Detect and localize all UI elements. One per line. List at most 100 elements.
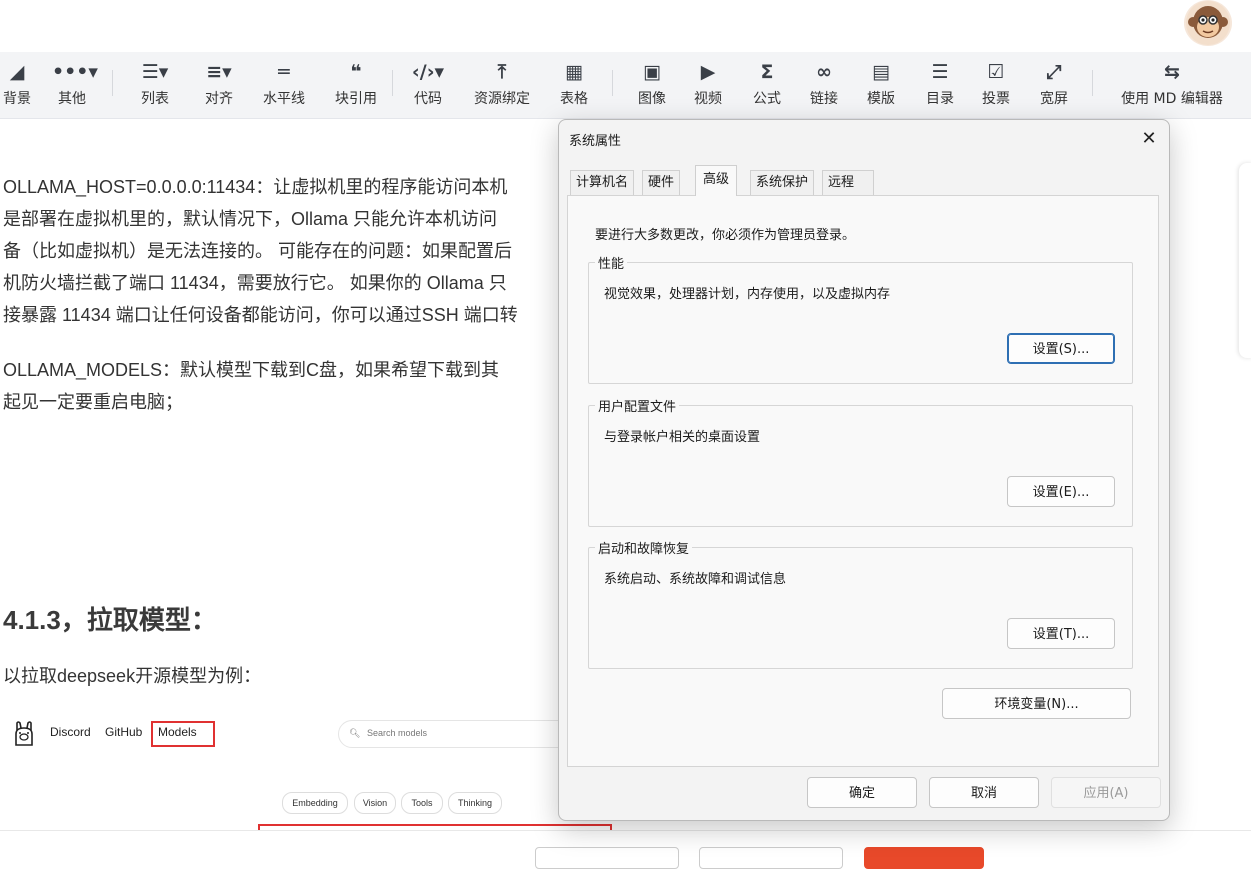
toolbar-button-sigma[interactable]: Σ 公式 [749,60,785,108]
group-title: 性能 [595,253,628,272]
toolbar-label: 投票 [982,91,1010,107]
group-title: 启动和故障恢复 [595,538,693,557]
advanced-tab-panel: 要进行大多数更改，你必须作为管理员登录。 性能 视觉效果，处理器计划，内存使用，… [567,195,1159,767]
section-heading: 4.1.3，拉取模型： [3,605,217,635]
toolbar-button-link[interactable]: ∞ 链接 [806,60,842,108]
bottom-button[interactable] [699,847,843,869]
system-properties-dialog: 系统属性 ✕ 计算机名 硬件 高级 系统保护 远程 要进行大多数更改，你必须作为… [558,119,1170,821]
ollama-search-placeholder: Search models [367,728,428,738]
tab-remote[interactable]: 远程 [822,170,874,195]
toolbar-button-table[interactable]: ▦ 表格 [556,60,592,108]
toolbar-button-code[interactable]: ‹/›▾ 代码 [409,60,447,108]
paragraph-line: 起见一定要重启电脑； [3,392,183,412]
table-icon: ▦ [565,61,583,83]
toolbar-separator [392,70,393,96]
toolbar-label: 图像 [638,91,666,107]
paragraph-line: OLLAMA_HOST=0.0.0.0:11434：让虚拟机里的程序能访问本机 [3,177,508,197]
group-title: 用户配置文件 [595,396,680,415]
toolbar-label: 背景 [3,91,31,107]
toolbar-label: 对齐 [205,91,233,107]
link-icon: ∞ [816,61,832,83]
image-icon: ▣ [643,61,661,83]
ollama-logo-icon [15,721,33,746]
toolbar-button-toc[interactable]: ☰ 目录 [922,60,958,108]
group-description: 视觉效果，处理器计划，内存使用，以及虚拟内存 [604,287,891,302]
section-subtext: 以拉取deepseek开源模型为例： [3,666,262,686]
toolbar-label: 公式 [753,91,781,107]
paragraph-line: 机防火墙拦截了端口 11434，需要放行它。 如果你的 Ollama 只 [3,273,507,293]
switch-editor-icon: ⇆ [1164,61,1180,83]
horizontal-rule-icon: ═ [278,61,290,83]
toolbar-button-video[interactable]: ▶ 视频 [690,60,726,108]
side-panel-handle[interactable] [1239,163,1251,358]
toolbar-label: 块引用 [335,91,377,107]
startup-recovery-settings-button[interactable]: 设置(T)... [1007,618,1115,649]
toolbar-button-template[interactable]: ▤ 模版 [863,60,899,108]
toolbar-label: 视频 [694,91,722,107]
toolbar-button-vote[interactable]: ☑ 投票 [978,60,1014,108]
ok-button[interactable]: 确定 [807,777,917,808]
search-icon: 🔍︎ [349,728,361,738]
ollama-nav-github: GitHub [105,725,143,739]
ollama-chip: Tools [401,792,443,814]
toolbar-separator [1092,70,1093,96]
user-avatar[interactable] [1184,0,1232,46]
apply-button[interactable]: 应用(A) [1051,777,1161,808]
toolbar-button-horizontal-rule[interactable]: ═ 水平线 [259,60,309,108]
bottom-button[interactable] [535,847,679,869]
startup-recovery-group: 启动和故障恢复 系统启动、系统故障和调试信息 设置(T)... [588,538,1133,669]
monkey-avatar-icon [1186,1,1230,45]
toolbar-separator [112,70,113,96]
user-profiles-group: 用户配置文件 与登录帐户相关的桌面设置 设置(E)... [588,396,1133,527]
toolbar-label: 使用 MD 编辑器 [1121,91,1223,107]
template-icon: ▤ [872,61,890,83]
toolbar-button-switch-editor[interactable]: ⇆ 使用 MD 编辑器 [1116,60,1228,108]
toolbar-label: 模版 [867,91,895,107]
group-description: 系统启动、系统故障和调试信息 [604,572,787,587]
toc-icon: ☰ [931,61,949,83]
tab-advanced[interactable]: 高级 [695,165,738,196]
performance-settings-button[interactable]: 设置(S)... [1007,333,1115,364]
list-icon: ☰▾ [141,61,169,83]
paragraph-line: 接暴露 11434 端口让任何设备都能访问，你可以通过SSH 端口转 [3,305,518,325]
quote-icon: ❝ [350,61,362,83]
tab-hardware[interactable]: 硬件 [642,170,681,195]
toolbar-label: 其他 [58,91,86,107]
toolbar-label: 表格 [560,91,588,107]
widescreen-icon: ⤢ [1046,61,1062,83]
vote-icon: ☑ [987,61,1005,83]
dialog-title: 系统属性 [569,134,622,149]
admin-note: 要进行大多数更改，你必须作为管理员登录。 [595,228,856,243]
toolbar-button-list[interactable]: ☰▾ 列表 [134,60,176,108]
toolbar-label: 链接 [810,91,838,107]
more-dots-icon: •••▾ [52,61,98,83]
cancel-button[interactable]: 取消 [929,777,1039,808]
toolbar-button-upload[interactable]: ⤒ 资源绑定 [470,60,534,108]
toolbar-button-align[interactable]: ≡▾ 对齐 [199,60,239,108]
paragraph-line: 备（比如虚拟机）是无法连接的。 可能存在的问题：如果配置后 [3,241,512,261]
toolbar-label: 水平线 [263,91,305,107]
ollama-chip: Embedding [282,792,348,814]
toolbar-button-widescreen[interactable]: ⤢ 宽屏 [1036,60,1072,108]
user-profiles-settings-button[interactable]: 设置(E)... [1007,476,1115,507]
toolbar-button-more-dots[interactable]: •••▾ 其他 [52,60,98,108]
toolbar-label: 资源绑定 [474,91,530,107]
toolbar-button-image[interactable]: ▣ 图像 [634,60,670,108]
sigma-icon: Σ [760,61,774,83]
paragraph-line: 是部署在虚拟机里的，默认情况下，Ollama 只能允许本机访问 [3,209,498,229]
highlight-box [151,721,215,747]
toolbar-button-paint-bucket[interactable]: ◢ 背景 [0,60,34,108]
publish-button[interactable] [864,847,984,869]
close-icon[interactable]: ✕ [1136,126,1162,152]
code-icon: ‹/›▾ [411,61,445,83]
toolbar-label: 代码 [414,91,442,107]
ollama-screenshot: Discord GitHub Models 🔍︎ Search models E… [12,716,612,836]
toolbar-button-quote[interactable]: ❝ 块引用 [331,60,381,108]
environment-variables-button[interactable]: 环境变量(N)... [942,688,1131,719]
performance-group: 性能 视觉效果，处理器计划，内存使用，以及虚拟内存 设置(S)... [588,253,1133,384]
tab-system-protection[interactable]: 系统保护 [750,170,815,195]
tab-computer-name[interactable]: 计算机名 [570,170,635,195]
ollama-chip: Thinking [448,792,502,814]
top-bar [0,0,1251,52]
video-icon: ▶ [700,61,716,83]
